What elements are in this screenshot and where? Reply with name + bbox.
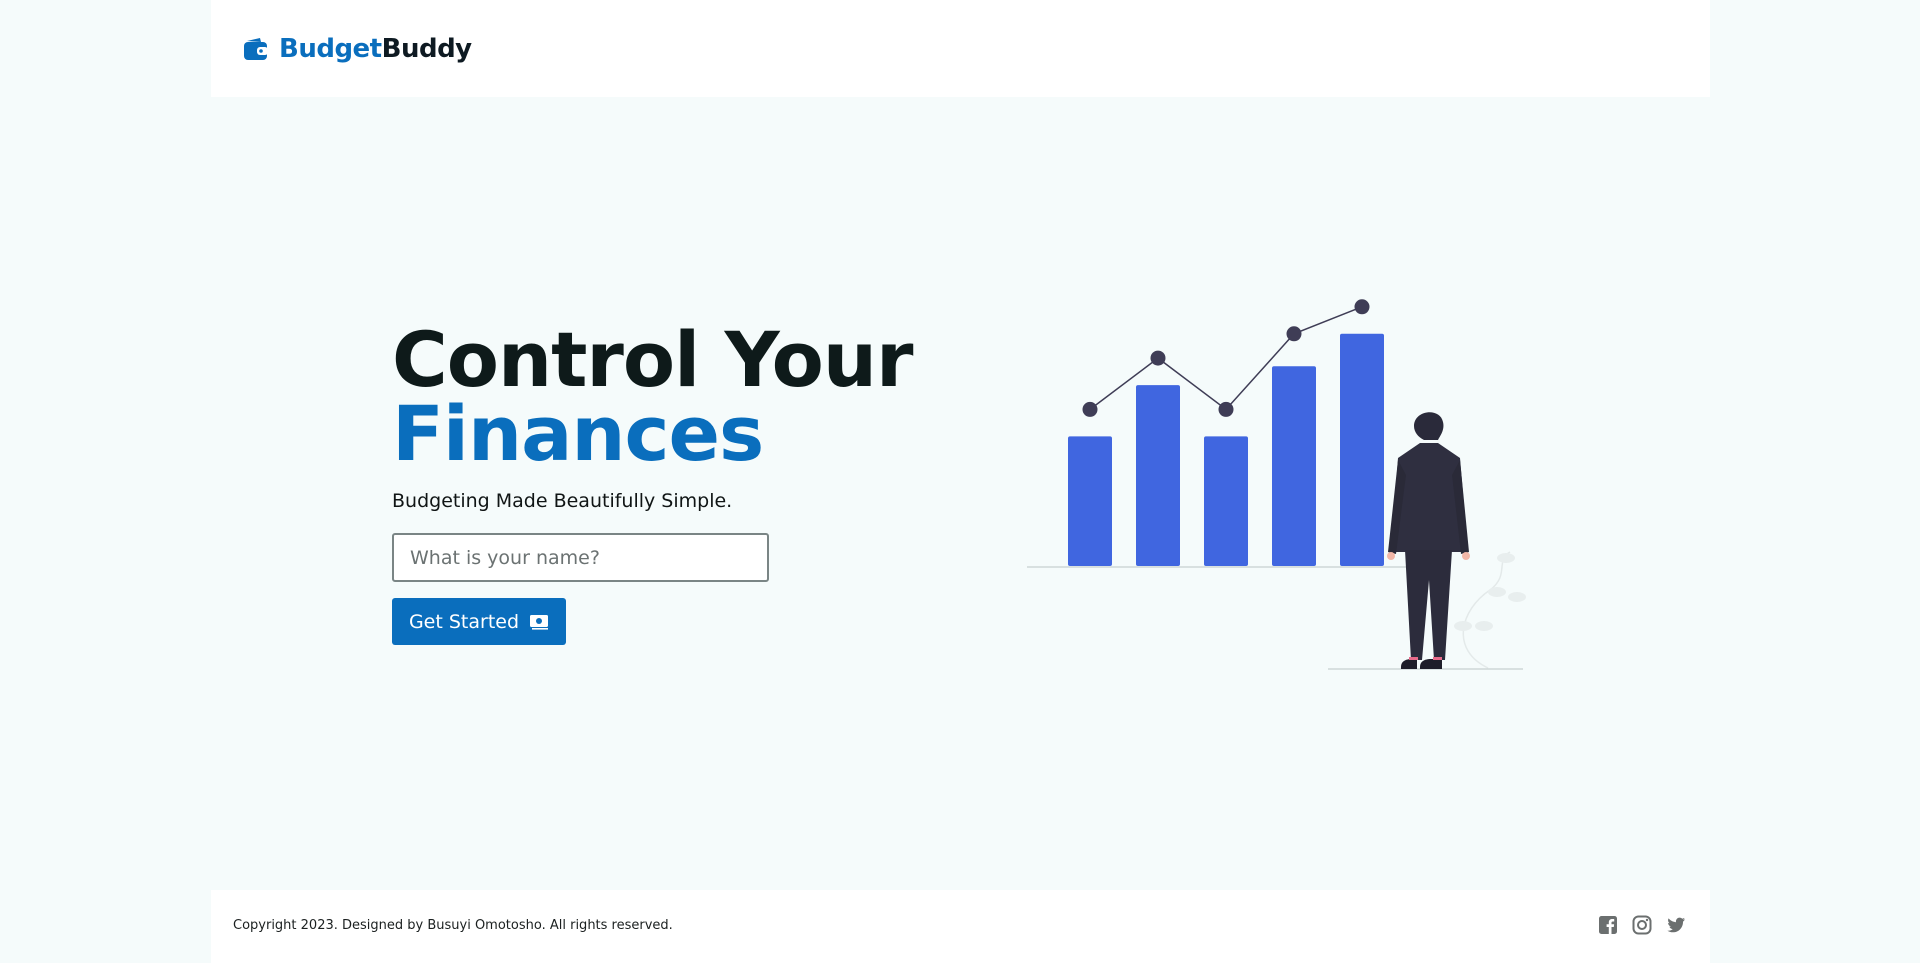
logo-text-budget: Budget xyxy=(279,34,382,64)
trend-point xyxy=(1150,350,1166,366)
bar-group xyxy=(1068,333,1384,566)
hero-title-line2: Finances xyxy=(392,389,764,478)
illustration-bar xyxy=(1340,333,1384,566)
wallet-icon xyxy=(244,38,268,60)
name-input[interactable] xyxy=(392,533,769,582)
money-bill-icon xyxy=(530,614,549,630)
trend-line-group xyxy=(1082,299,1370,417)
person-figure xyxy=(1387,412,1470,669)
illustration-bar xyxy=(1068,436,1112,566)
get-started-button[interactable]: Get Started xyxy=(392,598,566,645)
logo-link[interactable]: BudgetBuddy xyxy=(243,33,472,65)
logo-text: BudgetBuddy xyxy=(279,34,472,64)
hero-title: Control Your Finances xyxy=(392,315,913,478)
trend-point xyxy=(1218,401,1234,417)
trend-point xyxy=(1286,326,1302,342)
site-header: BudgetBuddy xyxy=(211,0,1710,97)
trend-point xyxy=(1082,401,1098,417)
hero-title-line1: Control Your xyxy=(392,315,913,404)
twitter-icon[interactable] xyxy=(1666,915,1686,935)
hero-tagline: Budgeting Made Beautifully Simple. xyxy=(392,490,733,512)
facebook-icon[interactable] xyxy=(1598,915,1618,935)
copyright-text: Copyright 2023. Designed by Busuyi Omoto… xyxy=(233,918,673,933)
finance-chart-illustration xyxy=(1027,299,1526,670)
social-links xyxy=(1598,915,1686,935)
site-footer: Copyright 2023. Designed by Busuyi Omoto… xyxy=(211,890,1710,963)
logo-text-buddy: Buddy xyxy=(381,34,473,64)
plant-decoration xyxy=(1454,551,1526,669)
illustration-bar xyxy=(1136,385,1180,566)
trend-line xyxy=(1089,306,1363,411)
instagram-icon[interactable] xyxy=(1632,915,1652,935)
illustration-bar xyxy=(1204,436,1248,566)
get-started-label: Get Started xyxy=(408,610,520,633)
illustration-bar xyxy=(1272,366,1316,566)
trend-point xyxy=(1354,299,1370,315)
landing-page: BudgetBuddy Control Your Finances Budget… xyxy=(0,0,1920,963)
